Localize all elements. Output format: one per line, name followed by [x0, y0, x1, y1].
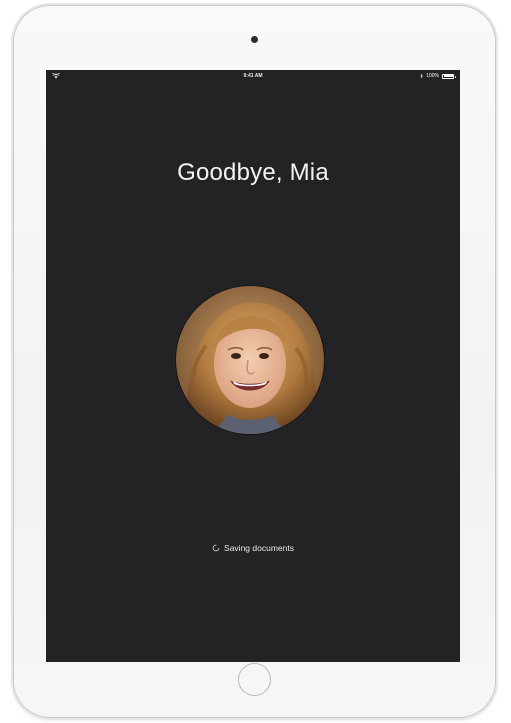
saving-status-text: Saving documents: [224, 543, 294, 553]
spinner-icon: [212, 544, 220, 552]
ipad-device: 9:41 AM 100% Goodbye, Mia Saving documen…: [14, 6, 495, 717]
battery-fill: [443, 75, 453, 77]
avatar-photo: [176, 286, 324, 434]
status-time: 9:41 AM: [243, 73, 263, 79]
battery-icon: [442, 73, 456, 79]
camera-icon: [251, 36, 258, 43]
battery-cap: [454, 75, 456, 78]
battery-percentage: 100%: [426, 73, 439, 79]
lock-screen: 9:41 AM 100% Goodbye, Mia Saving documen…: [46, 70, 460, 662]
bluetooth-icon: [420, 73, 424, 79]
user-avatar: [176, 286, 324, 434]
status-bar: 9:41 AM 100%: [46, 70, 460, 82]
home-button[interactable]: [238, 662, 271, 696]
saving-status: Saving documents: [46, 540, 460, 556]
status-right-group: 100%: [420, 70, 456, 82]
goodbye-title: Goodbye, Mia: [177, 159, 329, 186]
